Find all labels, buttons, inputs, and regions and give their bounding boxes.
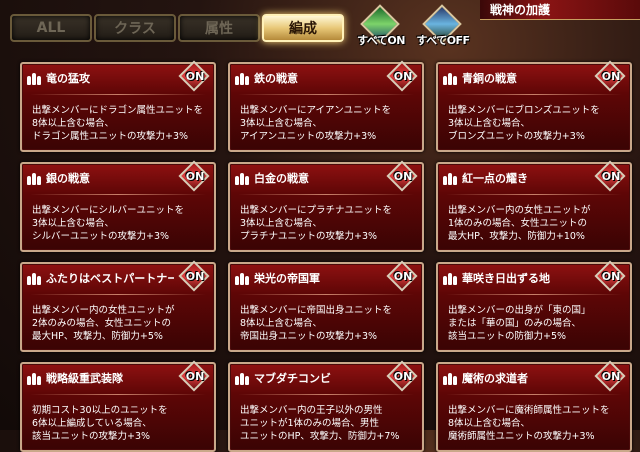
bonus-card[interactable]: 栄光の帝国軍 ON 出撃メンバーに帝国出身ユニットを 8体以上含む場合、 帝国出身ユ… <box>228 260 424 352</box>
on-label: ON <box>185 270 205 283</box>
troop-icon <box>235 71 251 85</box>
card-title: 戦略級重武装隊 <box>46 372 123 385</box>
on-label: ON <box>185 370 205 383</box>
on-toggle-button[interactable]: ON <box>178 160 210 192</box>
divider <box>446 194 622 195</box>
on-label: ON <box>393 70 413 83</box>
troop-icon <box>27 271 43 285</box>
on-label: ON <box>601 270 621 283</box>
divider <box>446 294 622 295</box>
troop-icon <box>443 71 459 85</box>
troop-icon <box>443 171 459 185</box>
top-bar: ALL クラス 属性 編成 すべてON すべてOFF 戦神の加護 <box>0 0 640 52</box>
bonus-card[interactable]: 紅一点の耀き ON 出撃メンバー内の女性ユニットが 1体のみの場合、女性ユニットの … <box>436 160 632 252</box>
card-description: 出撃メンバーにブロンズユニットを 3体以上含む場合、 ブロンズユニットの攻撃力+… <box>448 105 600 142</box>
divider <box>238 394 414 395</box>
bonus-card[interactable]: 白金の戦意 ON 出撃メンバーにプラチナユニットを 3体以上含む場合、 プラチナユニ… <box>228 160 424 252</box>
card-title: 魔術の求道者 <box>462 372 528 385</box>
card-description: 出撃メンバーにシルバーユニットを 3体以上含む場合、 シルバーユニットの攻撃力+… <box>32 205 185 242</box>
card-description: 初期コスト30以上のユニットを 6体以上編成している場合、 該当ユニットの攻撃力… <box>32 405 168 442</box>
bonus-card[interactable]: 竜の猛攻 ON 出撃メンバーにドラゴン属性ユニットを 8体以上含む場合、 ドラゴン属… <box>20 60 216 152</box>
divider <box>30 294 206 295</box>
card-description: 出撃メンバー内の女性ユニットが 2体のみの場合、女性ユニットの 最大HP、攻撃力… <box>32 305 175 342</box>
divider <box>238 194 414 195</box>
on-label: ON <box>393 370 413 383</box>
card-title: 竜の猛攻 <box>46 72 90 85</box>
on-toggle-button[interactable]: ON <box>594 160 626 192</box>
on-label: ON <box>601 70 621 83</box>
bonus-card[interactable]: 魔術の求道者 ON 出撃メンバーに魔術師属性ユニットを 8体以上含む場合、 魔術師属… <box>436 360 632 452</box>
troop-icon <box>443 371 459 385</box>
card-title: 鉄の戦意 <box>254 72 298 85</box>
on-toggle-button[interactable]: ON <box>178 260 210 292</box>
card-description: 出撃メンバーにプラチナユニットを 3体以上含む場合、 プラチナユニットの攻撃力+… <box>240 205 393 242</box>
bonus-card[interactable]: ふたりはベストパートナー ON 出撃メンバー内の女性ユニットが 2体のみの場合、女性… <box>20 260 216 352</box>
troop-icon <box>27 171 43 185</box>
tab-formation[interactable]: 編成 <box>262 14 344 42</box>
on-toggle-button[interactable]: ON <box>594 260 626 292</box>
troop-icon <box>443 271 459 285</box>
card-description: 出撃メンバーに帝国出身ユニットを 8体以上含む場合、 帝国出身ユニットの攻撃力+… <box>240 305 393 342</box>
troop-icon <box>27 71 43 85</box>
on-toggle-button[interactable]: ON <box>594 360 626 392</box>
on-toggle-button[interactable]: ON <box>386 160 418 192</box>
all-off-button[interactable]: すべてOFF <box>414 4 472 48</box>
troop-icon <box>27 371 43 385</box>
on-label: ON <box>185 170 205 183</box>
on-toggle-button[interactable]: ON <box>386 60 418 92</box>
card-title: 銀の戦意 <box>46 172 90 185</box>
card-title: 白金の戦意 <box>254 172 309 185</box>
on-toggle-button[interactable]: ON <box>594 60 626 92</box>
card-title: 青銅の戦意 <box>462 72 517 85</box>
on-toggle-button[interactable]: ON <box>386 360 418 392</box>
card-title: ふたりはベストパートナー <box>46 272 174 285</box>
bonus-card[interactable]: 戦略級重武装隊 ON 初期コスト30以上のユニットを 6体以上編成している場合、 該… <box>20 360 216 452</box>
divider <box>446 94 622 95</box>
all-on-label: すべてON <box>357 34 405 47</box>
divider <box>238 294 414 295</box>
divider <box>30 394 206 395</box>
card-description: 出撃メンバーの出身が「東の国」 または「華の国」のみの場合、 該当ユニットの防御… <box>448 305 591 342</box>
bonus-card[interactable]: 青銅の戦意 ON 出撃メンバーにブロンズユニットを 3体以上含む場合、 ブロンズユニ… <box>436 60 632 152</box>
on-label: ON <box>393 270 413 283</box>
card-title: 華咲き日出ずる地 <box>462 272 550 285</box>
on-label: ON <box>393 170 413 183</box>
troop-icon <box>235 271 251 285</box>
card-description: 出撃メンバー内の女性ユニットが 1体のみの場合、女性ユニットの 最大HP、攻撃力… <box>448 205 591 242</box>
troop-icon <box>235 171 251 185</box>
all-on-button[interactable]: すべてON <box>352 4 410 48</box>
on-toggle-button[interactable]: ON <box>178 60 210 92</box>
divider <box>446 394 622 395</box>
card-title: 紅一点の耀き <box>462 172 528 185</box>
on-toggle-button[interactable]: ON <box>178 360 210 392</box>
troop-icon <box>235 371 251 385</box>
on-toggle-button[interactable]: ON <box>386 260 418 292</box>
card-title: マブダチコンビ <box>254 372 331 385</box>
bonus-card[interactable]: 華咲き日出ずる地 ON 出撃メンバーの出身が「東の国」 または「華の国」のみの場合、… <box>436 260 632 352</box>
card-title: 栄光の帝国軍 <box>254 272 320 285</box>
on-label: ON <box>185 70 205 83</box>
bonus-card[interactable]: マブダチコンビ ON 出撃メンバー内の王子以外の男性 ユニットが1体のみの場合、男性… <box>228 360 424 452</box>
bonus-card[interactable]: 鉄の戦意 ON 出撃メンバーにアイアンユニットを 3体以上含む場合、 アイアンユニッ… <box>228 60 424 152</box>
card-description: 出撃メンバーにアイアンユニットを 3体以上含む場合、 アイアンユニットの攻撃力+… <box>240 105 392 142</box>
card-description: 出撃メンバー内の王子以外の男性 ユニットが1体のみの場合、男性 ユニットのHP、… <box>240 405 400 442</box>
bonus-card[interactable]: 銀の戦意 ON 出撃メンバーにシルバーユニットを 3体以上含む場合、 シルバーユニッ… <box>20 160 216 252</box>
divider <box>30 94 206 95</box>
divider <box>238 94 414 95</box>
card-description: 出撃メンバーにドラゴン属性ユニットを 8体以上含む場合、 ドラゴン属性ユニットの… <box>32 105 204 142</box>
section-banner: 戦神の加護 <box>480 0 640 20</box>
card-description: 出撃メンバーに魔術師属性ユニットを 8体以上含む場合、 魔術師属性ユニットの攻撃… <box>448 405 610 442</box>
all-off-label: すべてOFF <box>416 34 470 47</box>
on-label: ON <box>601 170 621 183</box>
divider <box>30 194 206 195</box>
tab-attribute[interactable]: 属性 <box>178 14 260 42</box>
on-label: ON <box>601 370 621 383</box>
tab-all[interactable]: ALL <box>10 14 92 42</box>
tab-class[interactable]: クラス <box>94 14 176 42</box>
